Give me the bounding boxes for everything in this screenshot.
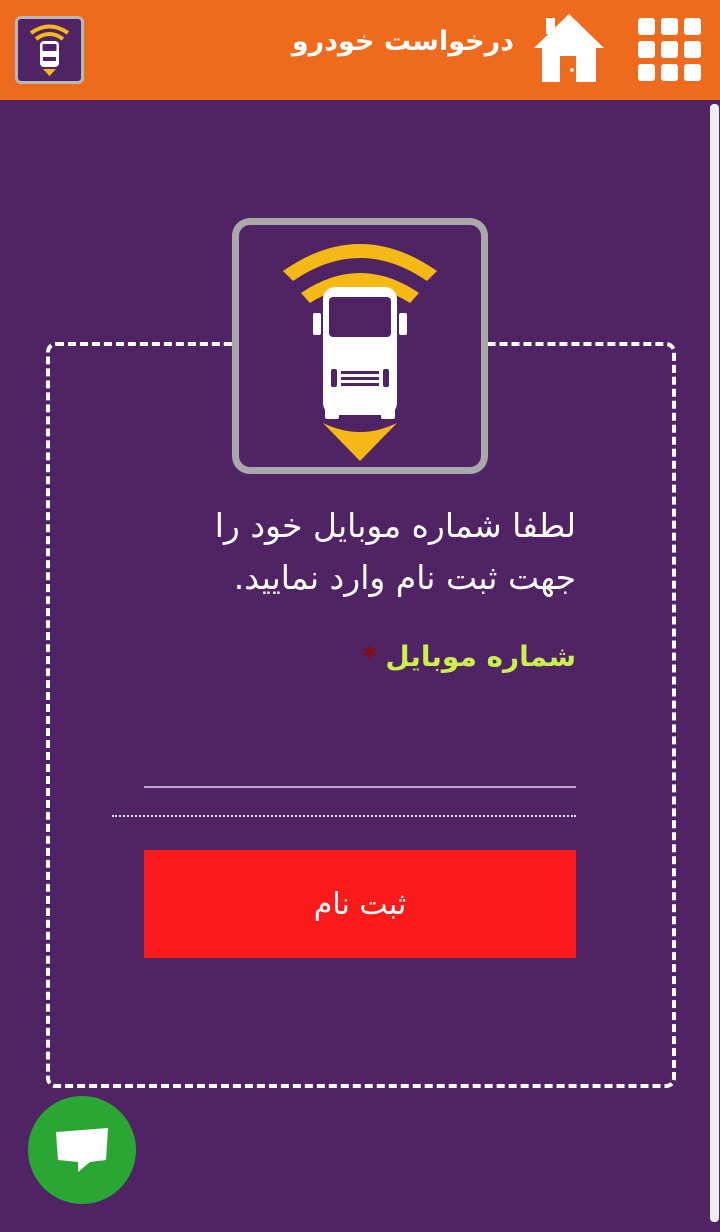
registration-prompt: لطفا شماره موبایل خود را جهت ثبت نام وار… bbox=[136, 500, 576, 604]
mobile-number-input[interactable] bbox=[144, 730, 576, 788]
app-screen: درخواست خودرو لطفا شماره موبایل خود را ج… bbox=[0, 0, 720, 1232]
chat-bubble-icon bbox=[56, 1128, 108, 1172]
app-logo[interactable] bbox=[15, 16, 84, 84]
mobile-field-label: شماره موبایل* bbox=[363, 640, 576, 673]
header-title: درخواست خودرو bbox=[291, 26, 514, 57]
truck-signal-logo-icon bbox=[283, 244, 437, 461]
prompt-line-2: جهت ثبت نام وارد نمایید. bbox=[233, 558, 576, 597]
mobile-label-text: شماره موبایل bbox=[385, 640, 576, 673]
scrollbar[interactable] bbox=[710, 104, 719, 1222]
truck-signal-logo-icon bbox=[29, 24, 70, 76]
grid-menu-icon[interactable] bbox=[638, 18, 702, 82]
prompt-line-1: لطفا شماره موبایل خود را bbox=[214, 506, 576, 545]
chat-button[interactable] bbox=[28, 1096, 136, 1204]
dotted-divider bbox=[112, 815, 576, 817]
required-marker: * bbox=[362, 640, 378, 673]
register-button[interactable]: ثبت نام bbox=[144, 850, 576, 958]
main-logo bbox=[232, 218, 488, 474]
header-bar: درخواست خودرو bbox=[0, 0, 720, 100]
home-icon[interactable] bbox=[532, 12, 606, 84]
